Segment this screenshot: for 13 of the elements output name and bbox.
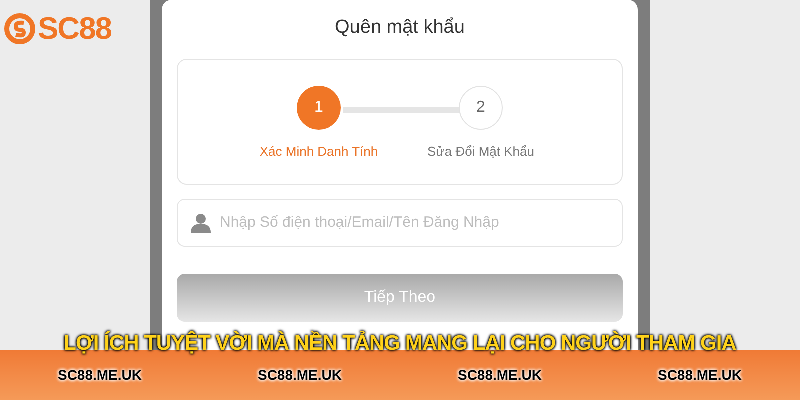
user-icon — [191, 212, 211, 232]
step-label: Xác Minh Danh Tính — [260, 142, 378, 160]
site-address: SC88.ME.UK — [458, 366, 542, 384]
step-number: 2 — [459, 86, 503, 130]
site-address: SC88.ME.UK — [58, 366, 142, 384]
logo-text: SC88 — [38, 10, 112, 48]
page-title: Quên mật khẩu — [335, 16, 465, 40]
account-field[interactable]: Nhập Số điện thoại/Email/Tên Đăng Nhập — [177, 198, 623, 246]
step-label: Sửa Đổi Mật Khẩu — [428, 142, 534, 160]
site-address: SC88.ME.UK — [258, 366, 342, 384]
step-number: 1 — [297, 86, 341, 130]
site-address: SC88.ME.UK — [658, 366, 742, 384]
coin-icon — [4, 13, 36, 46]
